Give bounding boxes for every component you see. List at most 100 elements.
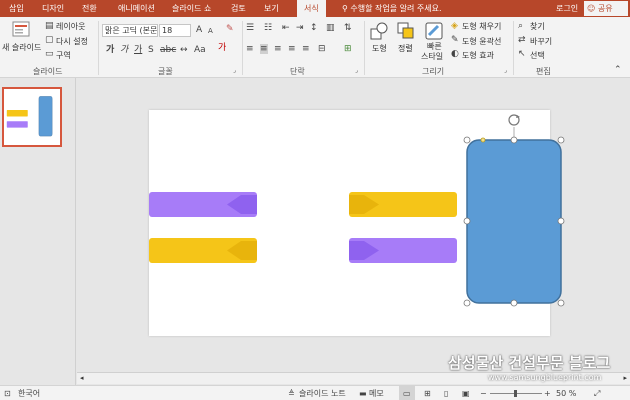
- slide-canvas[interactable]: [149, 110, 565, 336]
- char-spacing-icon[interactable]: ↔: [180, 45, 188, 55]
- font-dialog-launcher-icon[interactable]: ⌟: [233, 66, 236, 76]
- find-icon: ⌕: [518, 21, 524, 31]
- effects-icon: ◐: [451, 49, 459, 59]
- text-direction-icon[interactable]: ⇅: [344, 23, 352, 33]
- fit-slide-icon[interactable]: ⤢: [594, 386, 600, 400]
- shapes-icon: [370, 22, 388, 40]
- select-button[interactable]: 선택: [530, 50, 545, 61]
- notes-icon: ≜: [288, 389, 295, 398]
- smartart-icon[interactable]: ⊞: [344, 44, 352, 54]
- paragraph-dialog-launcher-icon[interactable]: ⌟: [355, 66, 358, 76]
- bullets-icon[interactable]: ☰: [246, 23, 254, 33]
- editing-group-label: 편집: [536, 67, 551, 76]
- decrease-font-icon[interactable]: A: [208, 26, 213, 36]
- reading-view-icon[interactable]: ▯: [444, 386, 448, 400]
- notes-button[interactable]: 슬라이드 노트: [299, 386, 346, 400]
- increase-font-icon[interactable]: A: [196, 25, 202, 35]
- zoom-out-icon[interactable]: −: [480, 386, 487, 400]
- align-text-icon[interactable]: ⊟: [318, 44, 326, 54]
- layout-icon: ▤: [45, 21, 54, 31]
- strikethrough-icon[interactable]: abc: [160, 45, 176, 55]
- justify-icon[interactable]: ≡: [288, 44, 296, 54]
- clear-format-icon[interactable]: ✎: [226, 24, 234, 34]
- blue-rounded-rectangle[interactable]: [466, 139, 562, 304]
- scroll-right-icon[interactable]: ▸: [623, 373, 627, 384]
- tell-me-text: 수행할 작업을 알려 주세요.: [350, 4, 442, 13]
- shadow-icon[interactable]: S: [148, 45, 154, 55]
- arrange-label: 정렬: [398, 44, 413, 53]
- lightbulb-icon: ⚲: [342, 4, 348, 13]
- reset-button[interactable]: 다시 설정: [56, 36, 88, 47]
- paragraph-group-label: 단락: [290, 67, 305, 76]
- tab-slideshow[interactable]: 슬라이드 쇼: [172, 0, 211, 17]
- status-bar: ⊡ 한국어 ≜ 슬라이드 노트 ▬ 메모 ▭ ⊞ ▯ ▣ − + 50 % ⤢: [0, 385, 630, 400]
- share-label: 공유: [597, 4, 613, 13]
- replace-icon: ⇄: [518, 35, 526, 45]
- increase-indent-icon[interactable]: ⇥: [296, 23, 304, 33]
- share-button[interactable]: ☺ 공유: [584, 1, 628, 16]
- slide-sorter-icon[interactable]: ⊞: [424, 386, 431, 400]
- tab-insert[interactable]: 삽입: [9, 0, 24, 17]
- section-icon: ▭: [45, 49, 54, 59]
- new-slide-icon: [12, 21, 30, 37]
- ribbon-separator: [242, 21, 243, 75]
- scroll-left-icon[interactable]: ◂: [80, 373, 84, 384]
- zoom-in-icon[interactable]: +: [544, 386, 551, 400]
- font-color-icon[interactable]: 가: [218, 43, 226, 53]
- section-button[interactable]: 구역: [56, 50, 71, 61]
- numbering-icon[interactable]: ☷: [264, 23, 272, 33]
- tab-design[interactable]: 디자인: [42, 0, 64, 17]
- align-right-icon[interactable]: ≡: [274, 44, 282, 54]
- slide-thumbnail-preview: [4, 89, 60, 145]
- comments-button[interactable]: 메모: [369, 386, 384, 400]
- yellow-bar-right[interactable]: [349, 192, 457, 217]
- bold-icon[interactable]: 가: [106, 45, 114, 55]
- layout-button[interactable]: 레이아웃: [56, 21, 85, 32]
- yellow-bar-left[interactable]: [149, 238, 257, 263]
- underline-icon[interactable]: 가: [134, 45, 142, 55]
- tab-view[interactable]: 보기: [264, 0, 279, 17]
- shape-outline-button[interactable]: 도형 윤곽선: [462, 36, 501, 47]
- change-case-icon[interactable]: Aa: [194, 45, 206, 55]
- language-indicator[interactable]: 한국어: [18, 386, 40, 400]
- watermark-url: www.samsungblueprint.com: [488, 373, 602, 382]
- slide-thumbnail-panel[interactable]: [0, 78, 76, 385]
- drawing-dialog-launcher-icon[interactable]: ⌟: [504, 66, 507, 76]
- italic-icon[interactable]: 가: [120, 45, 128, 55]
- ribbon-tab-bar: 삽입 디자인 전환 애니메이션 슬라이드 쇼 검토 보기 서식 ⚲ 수행할 작업…: [0, 0, 630, 17]
- select-icon: ↖: [518, 49, 526, 59]
- normal-view-icon[interactable]: ▭: [399, 386, 415, 400]
- find-button[interactable]: 찾기: [530, 21, 545, 32]
- purple-bar-left[interactable]: [149, 192, 257, 217]
- tab-animations[interactable]: 애니메이션: [118, 0, 155, 17]
- shape-fill-button[interactable]: 도형 채우기: [462, 21, 501, 32]
- font-name-select[interactable]: 맑은 고딕 (본문): [102, 24, 158, 37]
- replace-button[interactable]: 바꾸기: [530, 36, 552, 47]
- tell-me-search[interactable]: ⚲ 수행할 작업을 알려 주세요.: [342, 0, 442, 17]
- spellcheck-icon[interactable]: ⊡: [4, 386, 11, 400]
- tab-format[interactable]: 서식: [297, 0, 326, 17]
- slideshow-view-icon[interactable]: ▣: [462, 386, 470, 400]
- align-center-icon[interactable]: ≡: [260, 44, 268, 54]
- login-button[interactable]: 로그인: [556, 0, 578, 17]
- columns-icon[interactable]: ▥: [326, 23, 335, 33]
- comments-icon: ▬: [359, 389, 367, 398]
- quick-styles-label-2: 스타일: [421, 52, 444, 61]
- distribute-icon[interactable]: ≡: [302, 44, 310, 54]
- zoom-slider-thumb[interactable]: [514, 390, 517, 397]
- line-spacing-icon[interactable]: ↕: [310, 23, 318, 33]
- decrease-indent-icon[interactable]: ⇤: [282, 23, 290, 33]
- purple-bar-right[interactable]: [349, 238, 457, 263]
- slide-thumbnail[interactable]: [2, 87, 62, 147]
- shapes-label: 도형: [372, 44, 387, 53]
- align-left-icon[interactable]: ≡: [246, 44, 254, 54]
- pencil-icon: ✎: [451, 35, 459, 45]
- shape-effects-button[interactable]: 도형 효과: [462, 50, 494, 61]
- zoom-level[interactable]: 50 %: [556, 386, 576, 400]
- tab-transitions[interactable]: 전환: [82, 0, 97, 17]
- rotate-handle-icon[interactable]: [508, 114, 520, 126]
- reset-icon: ▢: [45, 35, 54, 45]
- collapse-ribbon-icon[interactable]: ⌃: [614, 65, 622, 75]
- font-size-select[interactable]: 18: [159, 24, 191, 37]
- tab-review[interactable]: 검토: [231, 0, 246, 17]
